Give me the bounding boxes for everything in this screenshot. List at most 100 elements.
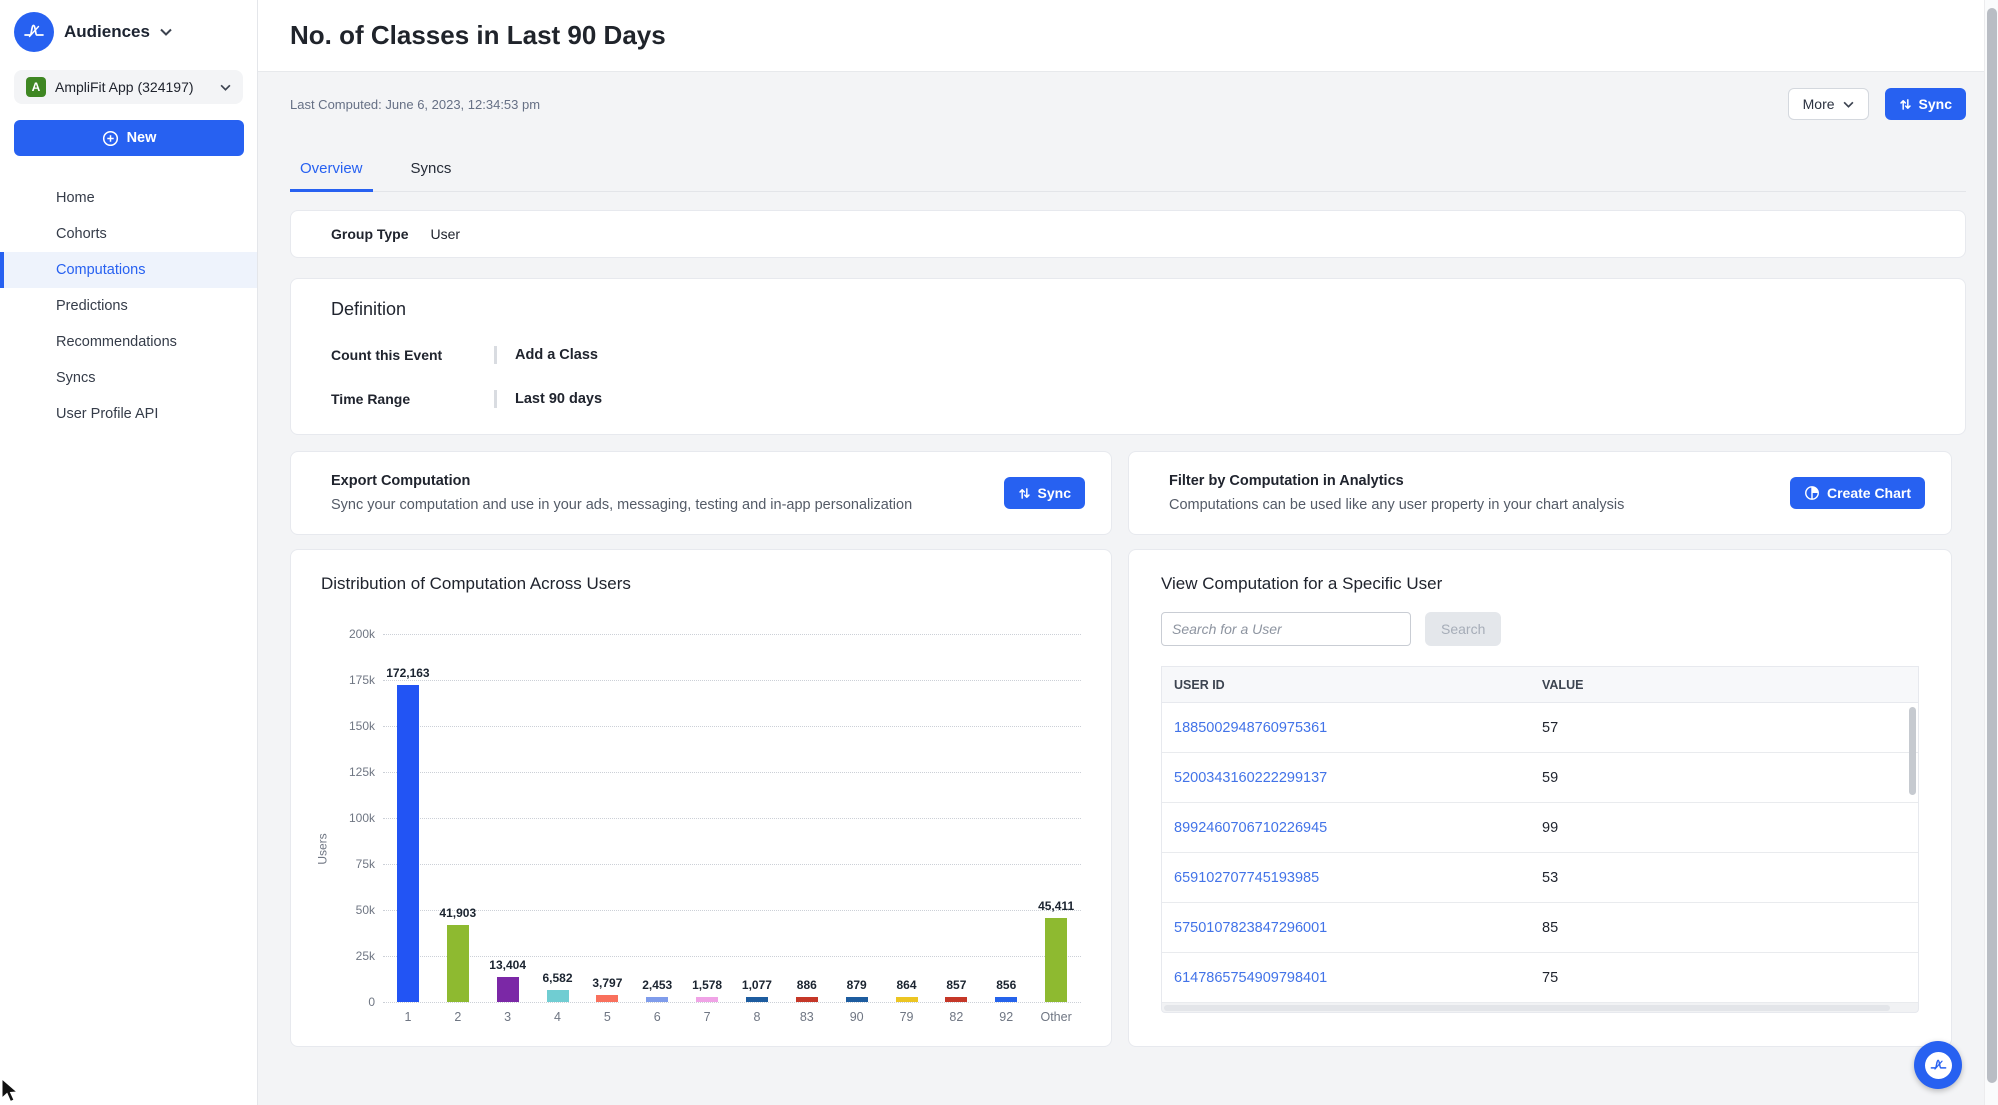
bar-slot: 886 <box>782 634 832 1002</box>
distribution-chart-card: Distribution of Computation Across Users… <box>290 549 1112 1047</box>
sidebar-item-recommendations[interactable]: Recommendations <box>0 324 257 360</box>
bar-value-label: 1,578 <box>692 978 722 992</box>
amplitude-floating-button[interactable] <box>1914 1041 1962 1089</box>
user-id-link[interactable]: 8992460706710226945 <box>1162 820 1542 836</box>
bar-4[interactable] <box>547 990 569 1002</box>
user-id-link[interactable]: 5750107823847296001 <box>1162 920 1542 936</box>
bar-value-label: 886 <box>797 978 817 992</box>
bar-1[interactable] <box>397 685 419 1002</box>
bar-92[interactable] <box>995 997 1017 1002</box>
main-area: No. of Classes in Last 90 Days Last Comp… <box>258 0 1998 1105</box>
bar-Other[interactable] <box>1045 918 1067 1002</box>
user-value: 85 <box>1542 920 1558 936</box>
tab-syncs[interactable]: Syncs <box>401 154 462 192</box>
x-tick: 92 <box>981 1010 1031 1024</box>
definition-row: Time Range Last 90 days <box>331 390 1925 408</box>
x-tick: 83 <box>782 1010 832 1024</box>
tab-overview[interactable]: Overview <box>290 154 373 192</box>
sidebar-item-syncs[interactable]: Syncs <box>0 360 257 396</box>
x-tick: 1 <box>383 1010 433 1024</box>
more-button[interactable]: More <box>1788 88 1869 120</box>
search-button[interactable]: Search <box>1425 612 1501 646</box>
bar-value-label: 857 <box>946 978 966 992</box>
group-type-value: User <box>431 226 461 242</box>
sidebar-item-home[interactable]: Home <box>0 180 257 216</box>
bar-3[interactable] <box>497 977 519 1002</box>
x-tick: 82 <box>931 1010 981 1024</box>
bar-79[interactable] <box>896 997 918 1002</box>
sidebar-item-user-profile-api[interactable]: User Profile API <box>0 396 257 432</box>
sync-button[interactable]: Sync <box>1885 88 1966 120</box>
bar-6[interactable] <box>646 997 668 1002</box>
bar-7[interactable] <box>696 997 718 1002</box>
x-tick: 2 <box>433 1010 483 1024</box>
column-value: VALUE <box>1542 678 1583 692</box>
export-title: Export Computation <box>331 473 912 489</box>
user-id-link[interactable]: 5200343160222299137 <box>1162 770 1542 786</box>
export-description: Sync your computation and use in your ad… <box>331 497 912 513</box>
group-type-card: Group Type User <box>290 210 1966 258</box>
user-id-link[interactable]: 1885002948760975361 <box>1162 720 1542 736</box>
y-axis-ticks: 200k175k150k125k100k75k50k25k0 <box>339 634 383 1002</box>
export-sync-label: Sync <box>1038 485 1071 501</box>
project-selector[interactable]: A AmpliFit App (324197) <box>14 70 243 104</box>
x-axis-ticks: 123456788390798292Other <box>383 1010 1081 1024</box>
bar-value-label: 45,411 <box>1038 899 1074 913</box>
bar-90[interactable] <box>846 997 868 1002</box>
group-type-label: Group Type <box>331 226 409 242</box>
sidebar-item-cohorts[interactable]: Cohorts <box>0 216 257 252</box>
bar-slot: 172,163 <box>383 634 433 1002</box>
sync-button-label: Sync <box>1919 96 1952 112</box>
sidebar-item-computations[interactable]: Computations <box>0 252 257 288</box>
bar-chart: Users 200k175k150k125k100k75k50k25k0 172… <box>321 634 1081 1024</box>
user-lookup-card: View Computation for a Specific User Sea… <box>1128 549 1952 1047</box>
bar-5[interactable] <box>596 995 618 1002</box>
page-header: No. of Classes in Last 90 Days <box>258 0 1998 72</box>
x-tick: 7 <box>682 1010 732 1024</box>
bars-layer: 172,16341,90313,4046,5823,7972,4531,5781… <box>383 634 1081 1002</box>
chevron-down-icon <box>160 28 172 36</box>
new-button[interactable]: New <box>14 120 244 156</box>
y-axis-label: Users <box>321 634 339 1024</box>
user-id-link[interactable]: 659102707745193985 <box>1162 870 1542 886</box>
new-button-label: New <box>127 130 157 146</box>
pie-chart-icon <box>1804 485 1820 501</box>
bar-83[interactable] <box>796 997 818 1002</box>
window-scrollbar-thumb[interactable] <box>1987 8 1997 1083</box>
column-user-id: USER ID <box>1162 678 1542 692</box>
subheader: Last Computed: June 6, 2023, 12:34:53 pm… <box>290 72 1966 122</box>
export-computation-card: Export Computation Sync your computation… <box>290 451 1112 535</box>
sidebar-item-predictions[interactable]: Predictions <box>0 288 257 324</box>
gridline <box>383 1002 1081 1003</box>
page-content: Last Computed: June 6, 2023, 12:34:53 pm… <box>258 72 1998 1105</box>
product-switcher[interactable]: Audiences <box>0 0 257 62</box>
bar-2[interactable] <box>447 925 469 1002</box>
table-horizontal-scrollbar[interactable] <box>1161 1003 1919 1013</box>
bar-value-label: 1,077 <box>742 978 772 992</box>
sidebar-nav: HomeCohortsComputationsPredictionsRecomm… <box>0 180 257 432</box>
table-vertical-scrollbar[interactable] <box>1909 707 1916 795</box>
bar-82[interactable] <box>945 997 967 1002</box>
lookup-title: View Computation for a Specific User <box>1161 574 1919 594</box>
header-actions: More Sync <box>1788 88 1966 120</box>
user-search-input[interactable] <box>1161 612 1411 646</box>
bar-slot: 857 <box>931 634 981 1002</box>
bar-slot: 856 <box>981 634 1031 1002</box>
window-scrollbar[interactable] <box>1984 0 1998 1105</box>
export-sync-button[interactable]: Sync <box>1004 477 1085 509</box>
bar-value-label: 13,404 <box>489 958 526 972</box>
amplitude-logo-icon <box>1925 1052 1952 1079</box>
definition-row: Count this Event Add a Class <box>331 346 1925 364</box>
definition-row-label: Time Range <box>331 391 494 407</box>
app-window: Audiences A AmpliFit App (324197) New Ho… <box>0 0 1998 1105</box>
create-chart-button[interactable]: Create Chart <box>1790 477 1925 509</box>
table-row: 520034316022229913759 <box>1162 753 1918 803</box>
create-chart-label: Create Chart <box>1827 485 1911 501</box>
user-id-link[interactable]: 6147865754909798401 <box>1162 970 1542 986</box>
x-tick: 90 <box>832 1010 882 1024</box>
x-tick: Other <box>1031 1010 1081 1024</box>
amplitude-logo-icon <box>14 12 54 52</box>
divider <box>494 390 497 408</box>
promo-row: Export Computation Sync your computation… <box>290 451 1966 535</box>
bar-8[interactable] <box>746 997 768 1002</box>
